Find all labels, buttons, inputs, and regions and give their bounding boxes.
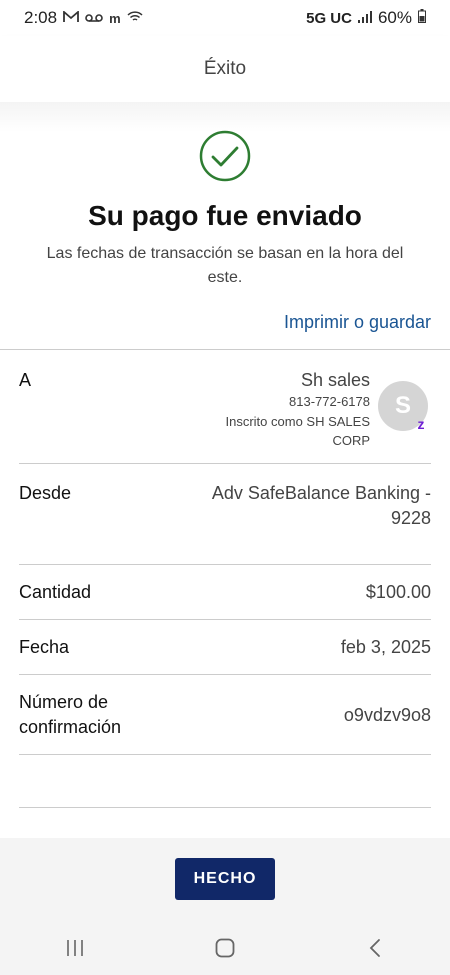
header-shadow [0, 102, 450, 132]
battery-icon [418, 8, 426, 28]
timezone-note: Las fechas de transacción se basan en la… [46, 245, 404, 286]
divider [19, 463, 431, 464]
avatar-letter: S [394, 392, 411, 419]
gmail-icon [63, 9, 79, 26]
battery-percent: 60% [377, 8, 412, 27]
signal-icon [357, 8, 372, 28]
amount-label: Cantidad [19, 582, 92, 602]
recipient-phone: 813-772-6178 [289, 394, 370, 409]
divider [19, 754, 431, 755]
recipient-name: Sh sales [300, 370, 370, 390]
status-bar: 2:08 m 5G UC 60% [0, 0, 450, 36]
date-label: Fecha [19, 637, 70, 657]
system-nav-bar [0, 920, 450, 975]
recipient-enrolled-line1: Inscrito como SH SALES [225, 414, 371, 429]
back-icon[interactable] [345, 928, 405, 968]
zelle-badge-icon: z [417, 416, 425, 432]
status-left: 2:08 m [24, 8, 143, 28]
recipient-enrolled-line2: CORP [332, 433, 370, 448]
app-header: Éxito [0, 36, 450, 102]
print-or-save-link[interactable]: Imprimir o guardar [284, 312, 431, 333]
divider [19, 807, 431, 808]
network-label: 5G UC [306, 9, 352, 27]
done-button[interactable]: HECHO [175, 858, 275, 900]
page-title: Éxito [203, 58, 247, 79]
from-account-line2: 9228 [390, 508, 431, 528]
status-right: 5G UC 60% [306, 8, 426, 28]
m-app-icon: m [109, 10, 121, 26]
voicemail-icon [85, 11, 103, 26]
home-icon[interactable] [195, 928, 255, 968]
divider [19, 674, 431, 675]
check-circle-icon [199, 130, 251, 182]
success-title: Su pago fue enviado [88, 200, 362, 231]
to-label: A [19, 370, 32, 390]
divider [0, 349, 450, 350]
wifi-calling-icon [127, 10, 143, 26]
from-label: Desde [19, 483, 72, 503]
from-account-line1: Adv SafeBalance Banking - [211, 483, 431, 503]
confirmation-label-line2: confirmación [19, 717, 122, 737]
recent-apps-icon[interactable] [45, 928, 105, 968]
divider [19, 564, 431, 565]
confirmation-number-value: o9vdzv9o8 [343, 705, 431, 725]
confirmation-label-line1: Número de [19, 692, 109, 712]
status-time: 2:08 [24, 8, 58, 27]
divider [19, 619, 431, 620]
date-value: feb 3, 2025 [340, 637, 431, 657]
amount-value: $100.00 [365, 582, 431, 602]
